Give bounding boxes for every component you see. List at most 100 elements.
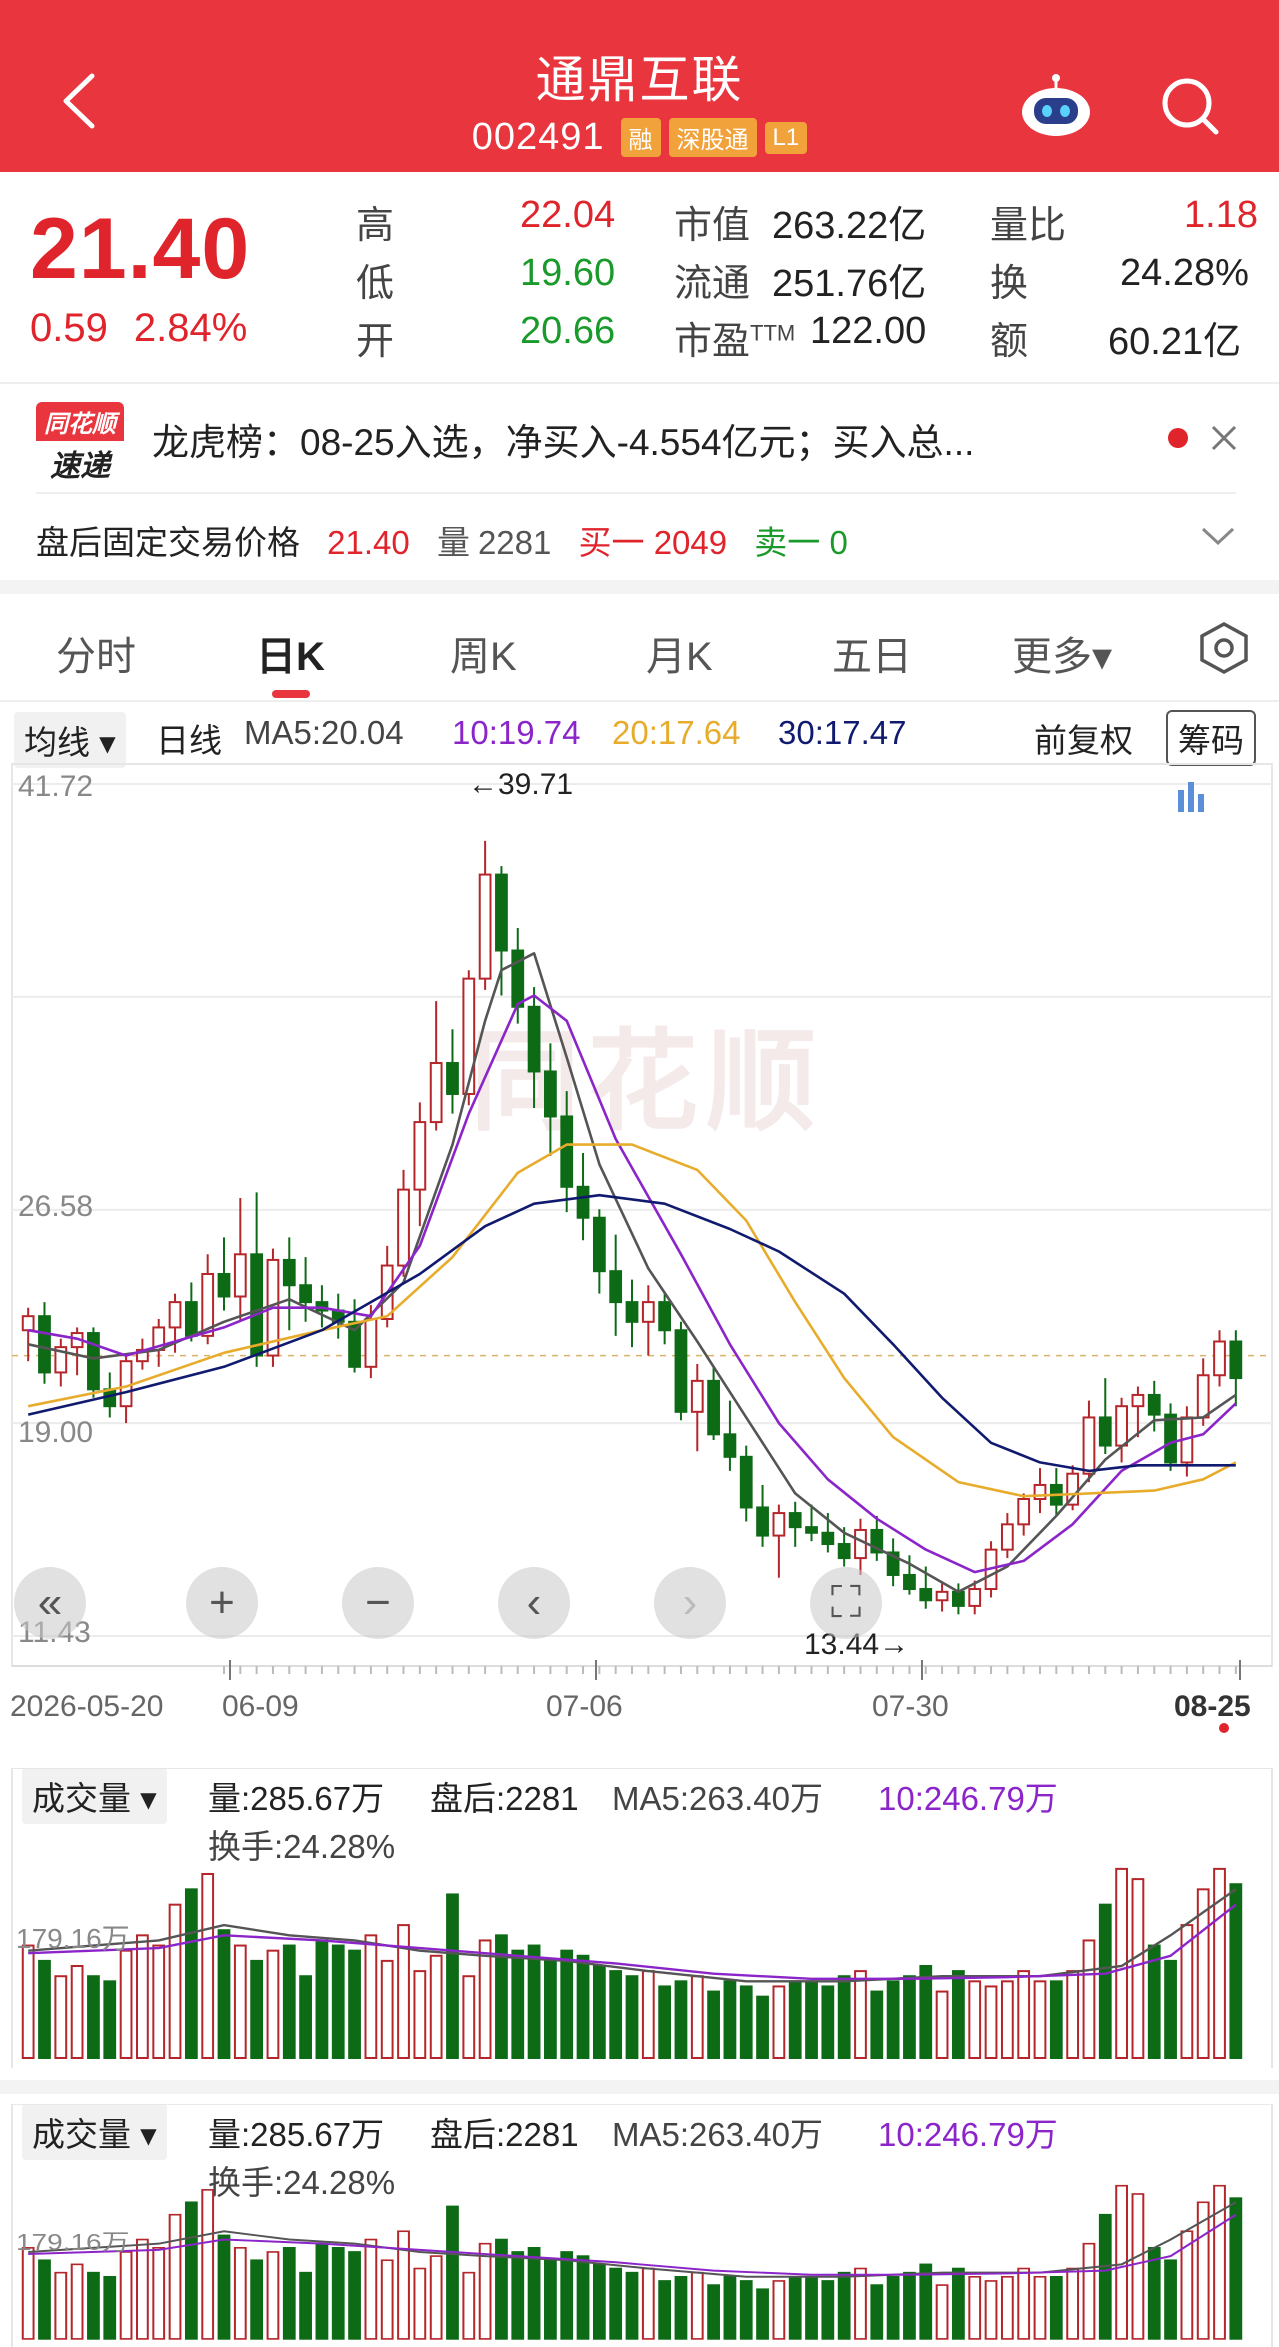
volume-bar-down: [723, 1980, 737, 2059]
volume-bar-up: [935, 1990, 949, 2059]
ask-one: 卖一 0: [754, 524, 848, 561]
volume-bar-up: [641, 1970, 655, 2059]
volume-ratio-label: 量比: [990, 205, 1067, 247]
volume-bar-up: [152, 2247, 166, 2340]
unread-dot: [1168, 428, 1188, 448]
candle-down: [446, 1062, 459, 1095]
volume-bar-down: [739, 2280, 753, 2340]
volume-bar-down: [348, 2251, 361, 2340]
candle-up: [1115, 1405, 1128, 1447]
volume-bar-down: [1164, 1959, 1177, 2059]
connect-tag: 深股通: [668, 118, 757, 157]
price-adjust[interactable]: 前复权: [1034, 714, 1133, 762]
candle-down: [609, 1270, 623, 1304]
candle-down: [837, 1543, 851, 1560]
fullscreen-button[interactable]: ⛶: [810, 1567, 882, 1639]
news-ticker[interactable]: 同花顺 速递 龙虎榜：08-25入选，净买入-4.554亿元；买入总...: [0, 384, 1279, 496]
candle-down: [217, 1272, 231, 1298]
zoom-out-button[interactable]: −: [342, 1567, 414, 1639]
volume-bar-up: [380, 1959, 394, 2059]
volume-bar-down: [756, 1995, 769, 2060]
candle-down: [952, 1590, 965, 1607]
volume-bar-down: [331, 1944, 345, 2059]
tab-weekly-k[interactable]: 周K: [450, 624, 517, 682]
zoom-in-button[interactable]: +: [186, 1567, 258, 1639]
candle-down: [674, 1329, 688, 1413]
search-icon[interactable]: [1158, 74, 1222, 138]
afterhours-row: 盘后固定交易价格 21.40 量 2281 买一 2049 卖一 0: [36, 516, 866, 564]
candle-down: [658, 1301, 672, 1332]
volume-bar-up: [772, 1985, 786, 2059]
candle-down: [821, 1531, 835, 1546]
volume-bar-down: [250, 1959, 264, 2059]
mcap-value: 263.22亿: [772, 205, 927, 247]
volume-bar-down: [788, 2275, 802, 2340]
last-price: 21.40: [30, 201, 251, 297]
tab-five-day[interactable]: 五日: [832, 624, 912, 682]
volume-bar-down: [348, 1949, 361, 2060]
low-label: 低: [356, 263, 395, 305]
tab-monthly-k[interactable]: 月K: [646, 624, 713, 682]
chip-button[interactable]: 筹码: [1166, 710, 1256, 766]
high-value: 22.04: [520, 194, 616, 236]
volume-bar-down: [38, 1959, 51, 2059]
xtick-end: 08-25: [1174, 1690, 1251, 1723]
volume-bar-down: [805, 1980, 818, 2059]
tab-more[interactable]: 更多▾: [1012, 624, 1112, 682]
level-tag: L1: [764, 121, 808, 154]
volume-bar-up: [413, 1970, 427, 2059]
close-icon[interactable]: [1210, 424, 1238, 452]
candle-up: [397, 1188, 410, 1267]
robot-assistant-icon[interactable]: [1018, 72, 1094, 138]
settings-hexagon-icon[interactable]: [1196, 620, 1252, 676]
candle-down: [756, 1506, 769, 1537]
pe-label-text: 市盈: [674, 321, 751, 363]
volume-bar-down: [952, 2267, 965, 2340]
tab-intraday[interactable]: 分时: [56, 624, 136, 682]
volume-bar-down: [609, 2267, 623, 2340]
candle-up: [21, 1315, 35, 1332]
volume-bar-up: [119, 2251, 133, 2340]
scroll-right-button[interactable]: ›: [654, 1567, 726, 1639]
volume-bar-down: [707, 2284, 720, 2340]
volume-bars-2: [21, 2184, 1243, 2340]
change-percent: 2.84%: [133, 306, 248, 350]
candle-up: [968, 1588, 982, 1607]
volume-bar-down: [299, 1975, 312, 2060]
candle-up: [478, 873, 492, 980]
volume-bar-down: [821, 1985, 835, 2059]
ma10-value: 10:19.74: [452, 714, 581, 751]
active-tab-indicator: [272, 690, 310, 698]
plot-frame: [11, 763, 1273, 1667]
volume-chart-2: 179.16万: [11, 2104, 1273, 2347]
volume-bar-up: [70, 1965, 84, 2059]
ma5-value: MA5:20.04: [244, 714, 404, 751]
volume-bar-up: [1033, 1980, 1047, 2059]
chevron-down-icon[interactable]: [1200, 524, 1236, 548]
volume-bar-up: [136, 1934, 149, 2059]
scroll-start-button[interactable]: «: [14, 1567, 86, 1639]
candle-down: [739, 1455, 753, 1509]
volume-bar-down: [674, 2275, 688, 2340]
candle-down: [707, 1379, 720, 1436]
xtick-2: 06-09: [222, 1690, 299, 1723]
volume-bar-up: [119, 1949, 133, 2060]
max-price-label: ←39.71: [468, 768, 573, 801]
candle-down: [87, 1332, 100, 1391]
volume-bar-up: [266, 1949, 280, 2060]
tab-daily-k[interactable]: 日K: [256, 624, 325, 682]
volume-bar-down: [625, 1975, 639, 2060]
volume-bar-down: [544, 2259, 557, 2340]
candle-up: [119, 1360, 133, 1408]
section-gap: [0, 2080, 1279, 2094]
volume-bar-down: [739, 1985, 753, 2059]
ytick-mid: 26.58: [18, 1190, 93, 1223]
volume-bar-down: [919, 2263, 933, 2340]
candle-up: [1196, 1374, 1210, 1419]
volume-bar-down: [837, 1975, 851, 2060]
volume-bar-down: [658, 2280, 672, 2340]
afterhours-label: 盘后固定交易价格: [36, 524, 300, 561]
scroll-left-button[interactable]: ‹: [498, 1567, 570, 1639]
volume-bar-down: [299, 2271, 312, 2340]
volume-bar-up: [1000, 2275, 1014, 2340]
